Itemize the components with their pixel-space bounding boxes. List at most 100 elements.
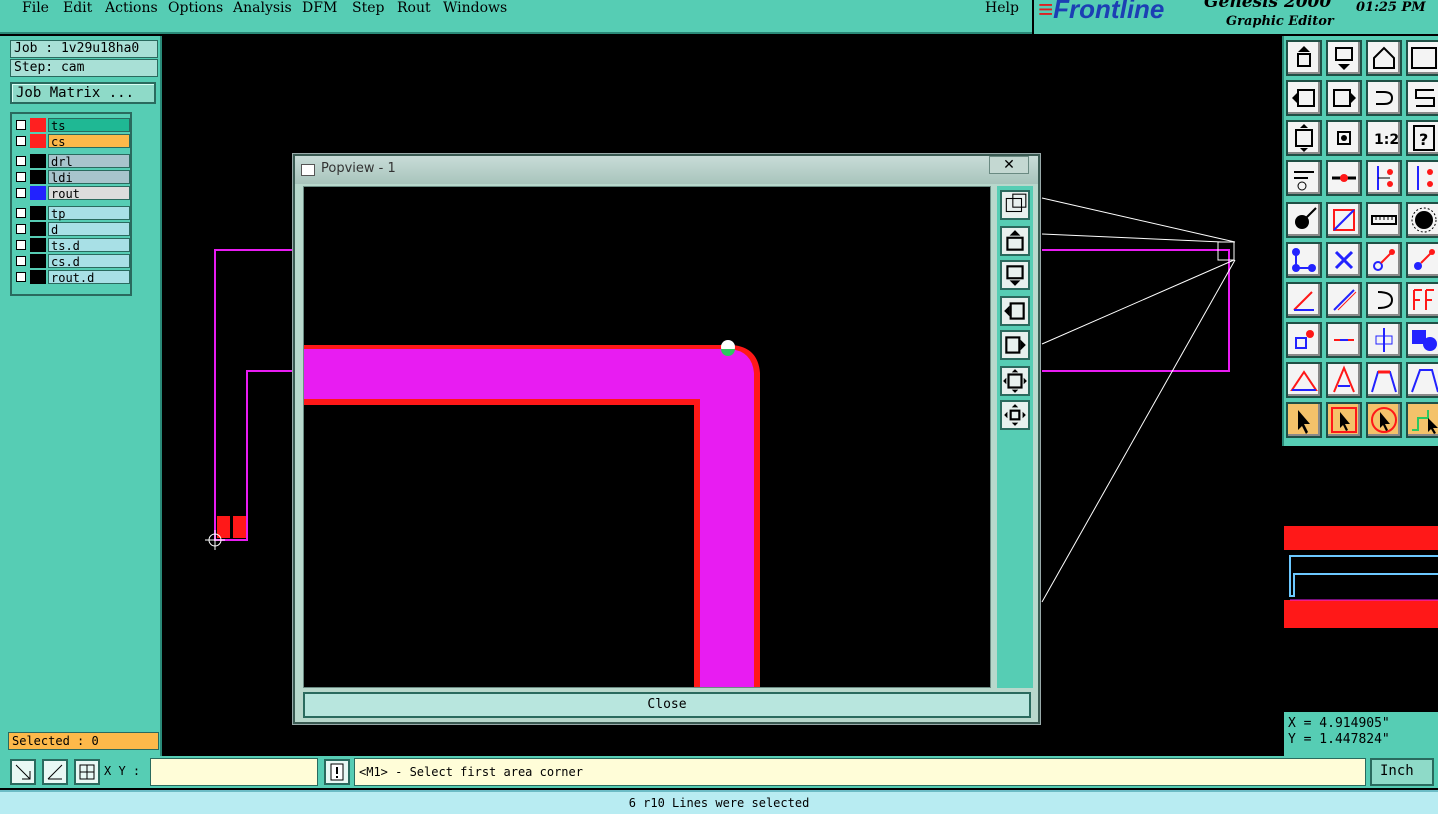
select-circle-button[interactable] (1366, 402, 1402, 438)
layer-color-swatch[interactable] (30, 118, 46, 132)
center-button[interactable] (1000, 400, 1030, 430)
close-icon[interactable]: ✕ (989, 156, 1029, 174)
snap-grid-button[interactable] (10, 759, 36, 785)
zoom-window-button[interactable] (1000, 190, 1030, 220)
layer-color-swatch[interactable] (30, 206, 46, 220)
window-button[interactable] (1406, 40, 1438, 76)
layer-checkbox[interactable] (16, 188, 26, 198)
connect-button[interactable] (1286, 242, 1322, 278)
snap-button[interactable] (1286, 160, 1322, 196)
layer-checkbox[interactable] (16, 136, 26, 146)
home-button[interactable] (1366, 40, 1402, 76)
bridge-alt-button[interactable] (1406, 362, 1438, 398)
scale-button[interactable]: 1:2 (1366, 120, 1402, 156)
circle-button[interactable] (1406, 202, 1438, 238)
select-box-button[interactable] (1326, 402, 1362, 438)
menu-actions[interactable]: Actions (105, 0, 158, 16)
bridge-button[interactable] (1366, 362, 1402, 398)
move-alt-button[interactable] (1406, 242, 1438, 278)
draw-line-button[interactable] (1286, 282, 1322, 318)
layer-row-cs[interactable]: cs (14, 134, 130, 149)
shape-button[interactable] (1406, 322, 1438, 358)
layer-color-swatch[interactable] (30, 186, 46, 200)
popview-canvas[interactable] (303, 186, 991, 688)
layer-name: rout (48, 186, 130, 201)
layer-row-d[interactable]: d (14, 222, 130, 237)
dash-button[interactable] (1326, 322, 1362, 358)
layer-checkbox[interactable] (16, 208, 26, 218)
menu-dfm[interactable]: DFM (302, 0, 337, 16)
ruler-button[interactable] (1366, 202, 1402, 238)
line-button[interactable] (1326, 202, 1362, 238)
layer-checkbox[interactable] (16, 120, 26, 130)
pan-right-button[interactable] (1326, 80, 1362, 116)
menu-windows[interactable]: Windows (443, 0, 507, 16)
menu-help[interactable]: Help (985, 0, 1019, 16)
close-button[interactable]: Close (303, 692, 1031, 718)
route-button[interactable] (1406, 402, 1438, 438)
layer-color-swatch[interactable] (30, 134, 46, 148)
grid-toggle-button[interactable] (74, 759, 100, 785)
overview-minimap[interactable] (1284, 446, 1438, 708)
measure-point-button[interactable] (1326, 160, 1362, 196)
layer-row-rout[interactable]: rout (14, 186, 130, 201)
layer-checkbox[interactable] (16, 172, 26, 182)
draw-diag-button[interactable] (1326, 282, 1362, 318)
layer-color-swatch[interactable] (30, 154, 46, 168)
pan-right-button[interactable] (1000, 330, 1030, 360)
layer-color-swatch[interactable] (30, 222, 46, 236)
layer-row-cs-d[interactable]: cs.d (14, 254, 130, 269)
pan-left-button[interactable] (1000, 296, 1030, 326)
layer-row-drl[interactable]: drl (14, 154, 130, 169)
angle-button[interactable] (1286, 362, 1322, 398)
net-alt-button[interactable] (1406, 160, 1438, 196)
menu-file[interactable]: File (22, 0, 49, 16)
fit-button[interactable] (1286, 120, 1322, 156)
snap-angle-button[interactable] (42, 759, 68, 785)
layer-checkbox[interactable] (16, 272, 26, 282)
layer-row-rout-d[interactable]: rout.d (14, 270, 130, 285)
layer-row-ts-d[interactable]: ts.d (14, 238, 130, 253)
mirror-button[interactable] (1406, 80, 1438, 116)
layer-row-ldi[interactable]: ldi (14, 170, 130, 185)
rotate-button[interactable] (1366, 80, 1402, 116)
zoom-previous-button[interactable] (1326, 40, 1362, 76)
layer-checkbox[interactable] (16, 224, 26, 234)
layer-color-swatch[interactable] (30, 254, 46, 268)
select-button[interactable] (1286, 402, 1322, 438)
net-button[interactable] (1366, 160, 1402, 196)
feature-button[interactable] (1406, 282, 1438, 318)
layer-checkbox[interactable] (16, 240, 26, 250)
layer-color-swatch[interactable] (30, 270, 46, 284)
unit-selector[interactable]: Inch ▬ (1370, 758, 1434, 800)
menu-options[interactable]: Options (168, 0, 223, 16)
alert-button[interactable] (324, 759, 350, 785)
layer-color-swatch[interactable] (30, 170, 46, 184)
job-matrix-button[interactable]: Job Matrix ... (10, 82, 156, 104)
layer-checkbox[interactable] (16, 256, 26, 266)
menu-rout[interactable]: Rout (397, 0, 431, 16)
center-button[interactable] (1326, 120, 1362, 156)
peak-button[interactable] (1326, 362, 1362, 398)
zoom-home-button[interactable] (1286, 40, 1322, 76)
menu-edit[interactable]: Edit (63, 0, 92, 16)
layer-row-ts[interactable]: ts (14, 118, 130, 133)
layer-row-tp[interactable]: tp (14, 206, 130, 221)
bracket-button[interactable] (1366, 322, 1402, 358)
layer-checkbox[interactable] (16, 156, 26, 166)
menu-step[interactable]: Step (352, 0, 384, 16)
zoom-in-button[interactable] (1000, 226, 1030, 256)
layer-color-swatch[interactable] (30, 238, 46, 252)
cross-button[interactable] (1326, 242, 1362, 278)
help-button[interactable]: ? (1406, 120, 1438, 156)
pan-left-button[interactable] (1286, 80, 1322, 116)
zoom-out-button[interactable] (1000, 260, 1030, 290)
arc-button[interactable] (1366, 282, 1402, 318)
move-button[interactable] (1366, 242, 1402, 278)
menu-analysis[interactable]: Analysis (233, 0, 292, 16)
popview-titlebar[interactable]: Popview - 1 (295, 156, 1038, 184)
xy-input[interactable] (150, 758, 318, 786)
pad-select-button[interactable] (1286, 322, 1322, 358)
pad-button[interactable] (1286, 202, 1322, 238)
fit-button[interactable] (1000, 366, 1030, 396)
